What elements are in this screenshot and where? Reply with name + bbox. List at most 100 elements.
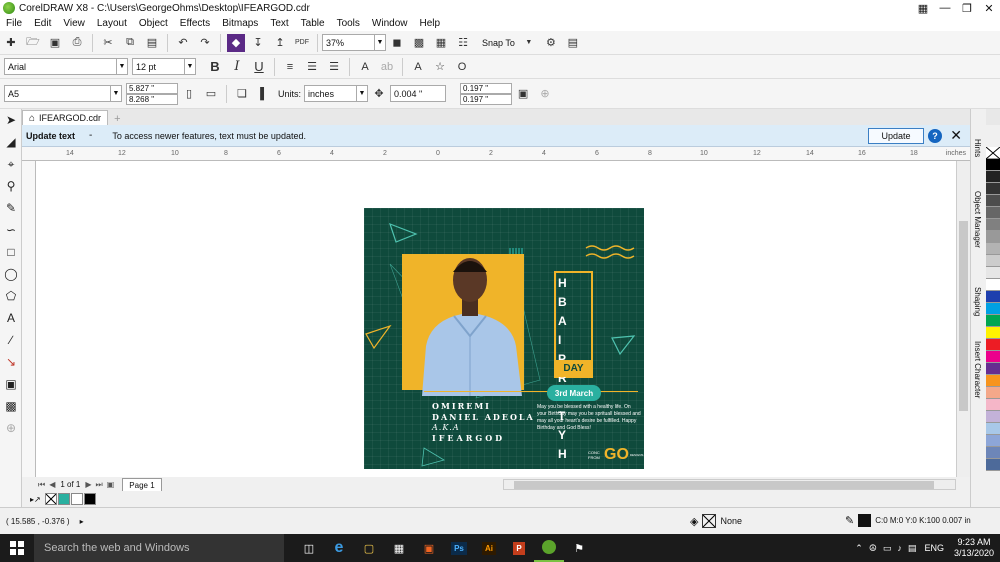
last-page-icon[interactable]: ⏭ (96, 480, 103, 490)
add-page-icon[interactable]: ▣ (107, 480, 115, 489)
swatch-gray-40[interactable] (986, 231, 1000, 243)
battery-icon[interactable]: ▭ (883, 543, 892, 554)
docker-object-manager[interactable]: Object Manager (973, 191, 982, 248)
no-color-swatch[interactable] (44, 493, 57, 505)
swatch-black[interactable] (986, 159, 1000, 171)
horizontal-text-icon[interactable]: A (409, 58, 427, 76)
outline-indicator[interactable]: ✎ C:0 M:0 Y:0 K:100 0.007 in (845, 514, 971, 527)
snap-to-dropdown[interactable]: Snap To (482, 38, 515, 48)
vertical-ruler[interactable] (22, 161, 36, 477)
menu-layout[interactable]: Layout (91, 18, 133, 29)
interactive-fill-icon[interactable]: ⊕ (0, 417, 22, 439)
status-arrow-icon[interactable]: ▸ (80, 517, 84, 526)
ellipse-tool-icon[interactable]: ◯ (0, 263, 22, 285)
swatch-cyan[interactable] (986, 303, 1000, 315)
swatch-steel[interactable] (986, 447, 1000, 459)
page-height-field[interactable]: 8.268 " (126, 93, 178, 105)
vertical-scroll-thumb[interactable] (959, 221, 968, 411)
duplicate-x-field[interactable]: 0.197 " (460, 82, 513, 94)
swatch-salmon[interactable] (986, 387, 1000, 399)
swatch-gray-50[interactable] (986, 219, 1000, 231)
print-icon[interactable]: ⎙ (68, 34, 86, 52)
connector-tool-icon[interactable]: ↘ (0, 351, 22, 373)
parallel-dimension-icon[interactable]: ∕ (0, 329, 22, 351)
close-window-button[interactable]: ✕ (978, 0, 1000, 16)
help-icon[interactable]: ? (928, 129, 942, 143)
landscape-icon[interactable]: ▭ (202, 85, 220, 103)
account-icon[interactable]: ▦ (912, 0, 934, 16)
fill-indicator[interactable]: ◈ None (690, 514, 742, 528)
notifications-icon[interactable]: ▤ (908, 543, 917, 554)
add-icon[interactable]: ⊕ (536, 85, 554, 103)
no-fill-swatch[interactable] (986, 147, 1000, 159)
palette-arrow-icon[interactable]: ▸↗ (30, 495, 41, 504)
freehand-tool-icon[interactable]: ✎ (0, 197, 22, 219)
close-icon[interactable]: ✕ (950, 127, 962, 144)
swatch-red[interactable] (986, 339, 1000, 351)
artistic-media-icon[interactable]: ∽ (0, 219, 22, 241)
current-page-icon[interactable]: ▌ (255, 85, 273, 103)
taskbar-clock[interactable]: 9:23 AM 3/13/2020 (954, 537, 994, 559)
options-gear-icon[interactable]: ⚙ (542, 34, 560, 52)
task-view-icon[interactable]: ◫ (294, 534, 324, 562)
italic-icon[interactable]: I (228, 58, 246, 76)
rectangle-tool-icon[interactable]: □ (0, 241, 22, 263)
docker-hints[interactable]: Hints (973, 139, 982, 157)
swatch-white[interactable] (986, 279, 1000, 291)
swatch-gray-30[interactable] (986, 243, 1000, 255)
underline-icon[interactable]: U (250, 58, 268, 76)
birthday-flyer-artwork[interactable]: H B A I P R P T Y H DAY 3rd March OMIREM… (364, 208, 644, 469)
docker-shaping[interactable]: Shaping (973, 287, 982, 316)
first-page-icon[interactable]: ⏮ (38, 480, 45, 490)
horizontal-ruler[interactable]: 14 12 10 8 6 4 2 0 2 4 6 8 10 12 14 16 1… (22, 147, 970, 161)
text-properties-icon[interactable]: A (356, 58, 374, 76)
export-icon[interactable]: ↥ (271, 34, 289, 52)
zoom-tool-icon[interactable]: ⚲ (0, 175, 22, 197)
swatch-gray-70[interactable] (986, 195, 1000, 207)
ellipse-outline-icon[interactable]: O (453, 58, 471, 76)
drawing-canvas[interactable]: H B A I P R P T Y H DAY 3rd March OMIREM… (36, 161, 956, 477)
photoshop-icon[interactable]: Ps (444, 534, 474, 562)
show-grid-icon[interactable]: ▦ (432, 34, 450, 52)
swatch-gray-10[interactable] (986, 267, 1000, 279)
pinned-app-icon[interactable]: ▣ (414, 534, 444, 562)
new-tab-plus-icon[interactable]: + (114, 113, 120, 125)
black-swatch[interactable] (83, 493, 96, 505)
nudge-distance-field[interactable]: 0.004 " (390, 85, 447, 102)
swatch-pink[interactable] (986, 399, 1000, 411)
swatch-orange[interactable] (986, 375, 1000, 387)
publish-pdf-icon[interactable]: PDF (293, 34, 311, 52)
swatch-light-blue[interactable] (986, 423, 1000, 435)
file-explorer-icon[interactable]: ▢ (354, 534, 384, 562)
shape-tool-icon[interactable]: ◢ (0, 131, 22, 153)
polygon-tool-icon[interactable]: ⬠ (0, 285, 22, 307)
docker-insert-character[interactable]: Insert Character (973, 341, 982, 398)
redo-icon[interactable]: ↷ (196, 34, 214, 52)
swatch-gray-90[interactable] (986, 171, 1000, 183)
windows-start-icon[interactable] (0, 534, 34, 562)
font-size-combo[interactable]: 12 pt ▼ (132, 58, 196, 75)
menu-tools[interactable]: Tools (331, 18, 366, 29)
transparency-icon[interactable]: ▩ (0, 395, 22, 417)
show-rulers-icon[interactable]: ▩ (410, 34, 428, 52)
menu-edit[interactable]: Edit (28, 18, 57, 29)
drop-cap-icon[interactable]: ☰ (325, 58, 343, 76)
swatch-gray-20[interactable] (986, 255, 1000, 267)
swatch-lavender[interactable] (986, 411, 1000, 423)
page-width-field[interactable]: 5.827 " (126, 82, 178, 94)
horizontal-scrollbar[interactable] (503, 479, 956, 490)
coreldraw-taskbar-icon[interactable] (534, 534, 564, 562)
edge-browser-icon[interactable]: e (324, 534, 354, 562)
portrait-icon[interactable]: ▯ (180, 85, 198, 103)
horizontal-scroll-thumb[interactable] (514, 481, 934, 489)
full-screen-preview-icon[interactable]: ◼ (388, 34, 406, 52)
swatch-magenta[interactable] (986, 351, 1000, 363)
illustrator-icon[interactable]: Ai (474, 534, 504, 562)
paper-size-combo[interactable]: A5 ▼ (4, 85, 122, 102)
menu-bitmaps[interactable]: Bitmaps (216, 18, 264, 29)
new-document-icon[interactable]: ✚ (2, 34, 20, 52)
swatch-slate[interactable] (986, 459, 1000, 471)
bullet-list-icon[interactable]: ☰ (303, 58, 321, 76)
next-page-icon[interactable]: ▶ (85, 480, 91, 489)
menu-table[interactable]: Table (295, 18, 331, 29)
